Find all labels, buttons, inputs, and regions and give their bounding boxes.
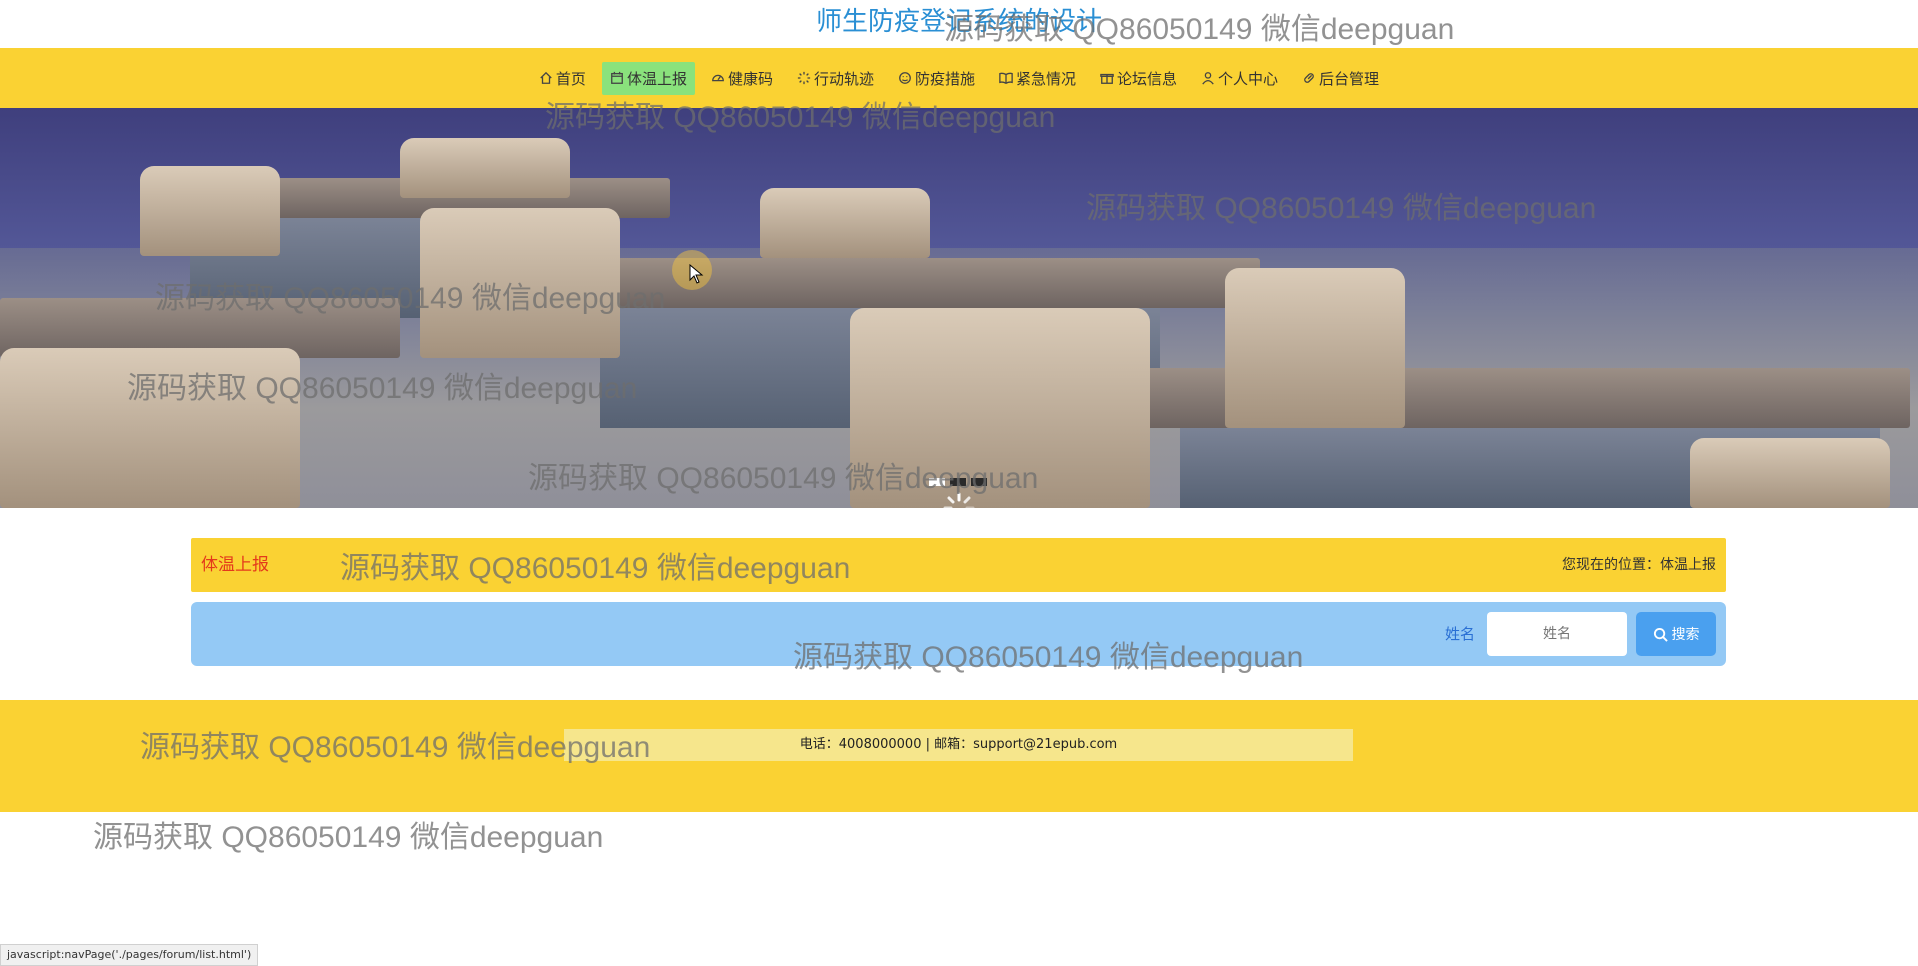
search-name-input[interactable] xyxy=(1487,612,1627,656)
page-title: 体温上报 xyxy=(201,555,269,575)
nav-item-forum[interactable]: 论坛信息 xyxy=(1092,62,1185,95)
nav-item-label: 个人中心 xyxy=(1218,69,1279,88)
nav-item-label: 行动轨迹 xyxy=(813,69,874,88)
banner-chair xyxy=(1225,268,1405,428)
carousel-indicators xyxy=(929,478,987,486)
nav-item-personal-center[interactable]: 个人中心 xyxy=(1193,62,1286,95)
browser-status-bar: javascript:navPage('./pages/forum/list.h… xyxy=(0,944,259,966)
mouse-cursor-icon xyxy=(689,264,704,284)
nav-item-label: 防疫措施 xyxy=(914,69,975,88)
nav-item-label: 论坛信息 xyxy=(1117,69,1178,88)
spinner-icon xyxy=(797,71,811,85)
carousel-dot[interactable] xyxy=(950,478,966,486)
banner-chair xyxy=(850,308,1150,508)
watermark-text: 源码获取 QQ86050149 微信deepguan xyxy=(93,821,604,854)
smile-icon xyxy=(899,72,911,84)
search-icon xyxy=(1653,627,1668,642)
banner-chair xyxy=(420,208,620,358)
site-title: 师生防疫登记系统的设计 xyxy=(815,7,1102,37)
banner-chair xyxy=(0,348,300,508)
banner-chair xyxy=(140,166,280,256)
banner-chair xyxy=(1690,438,1890,508)
nav-item-trajectory[interactable]: 行动轨迹 xyxy=(789,62,882,95)
banner-desk xyxy=(540,258,1260,308)
hero-banner[interactable] xyxy=(0,108,1918,508)
carousel-dot[interactable] xyxy=(971,478,987,486)
nav-item-label: 紧急情况 xyxy=(1016,69,1077,88)
search-button-label: 搜索 xyxy=(1671,627,1700,643)
nav-item-label: 后台管理 xyxy=(1319,69,1380,88)
search-button[interactable]: 搜索 xyxy=(1636,612,1716,656)
user-icon xyxy=(1202,72,1214,85)
nav-item-label: 首页 xyxy=(555,69,586,88)
main-navbar: 首页 体温上报 健康码 行动轨迹 防疫措施 紧急情况 论坛信息 个人中心 后台管… xyxy=(0,48,1918,108)
breadcrumb: 您现在的位置：体温上报 xyxy=(1562,557,1716,573)
banner-chair xyxy=(760,188,930,258)
footer-contact-info: 电话：4008000000 | 邮箱：support@21epub.com xyxy=(564,729,1353,761)
banner-chair xyxy=(400,138,570,198)
search-bar: 姓名 搜索 xyxy=(191,602,1726,666)
nav-item-temperature-report[interactable]: 体温上报 xyxy=(601,61,695,95)
location-bar: 体温上报 您现在的位置：体温上报 xyxy=(191,538,1726,592)
footer: 电话：4008000000 | 邮箱：support@21epub.com xyxy=(0,700,1918,812)
search-name-label: 姓名 xyxy=(1445,625,1476,643)
nav-item-prevention-measures[interactable]: 防疫措施 xyxy=(890,62,983,95)
calendar-icon xyxy=(611,71,623,84)
nav-item-admin[interactable]: 后台管理 xyxy=(1294,62,1387,95)
home-icon xyxy=(540,71,552,84)
book-icon xyxy=(999,72,1013,84)
nav-item-label: 体温上报 xyxy=(626,69,687,88)
carousel-dot[interactable] xyxy=(929,478,945,486)
link-icon xyxy=(1304,73,1314,83)
nav-item-home[interactable]: 首页 xyxy=(531,62,594,95)
nav-item-label: 健康码 xyxy=(727,69,773,88)
gauge-icon xyxy=(712,74,724,82)
loading-spinner-icon xyxy=(943,492,975,508)
gift-icon xyxy=(1100,73,1114,84)
nav-item-health-code[interactable]: 健康码 xyxy=(703,62,781,95)
nav-item-emergency[interactable]: 紧急情况 xyxy=(991,62,1084,95)
